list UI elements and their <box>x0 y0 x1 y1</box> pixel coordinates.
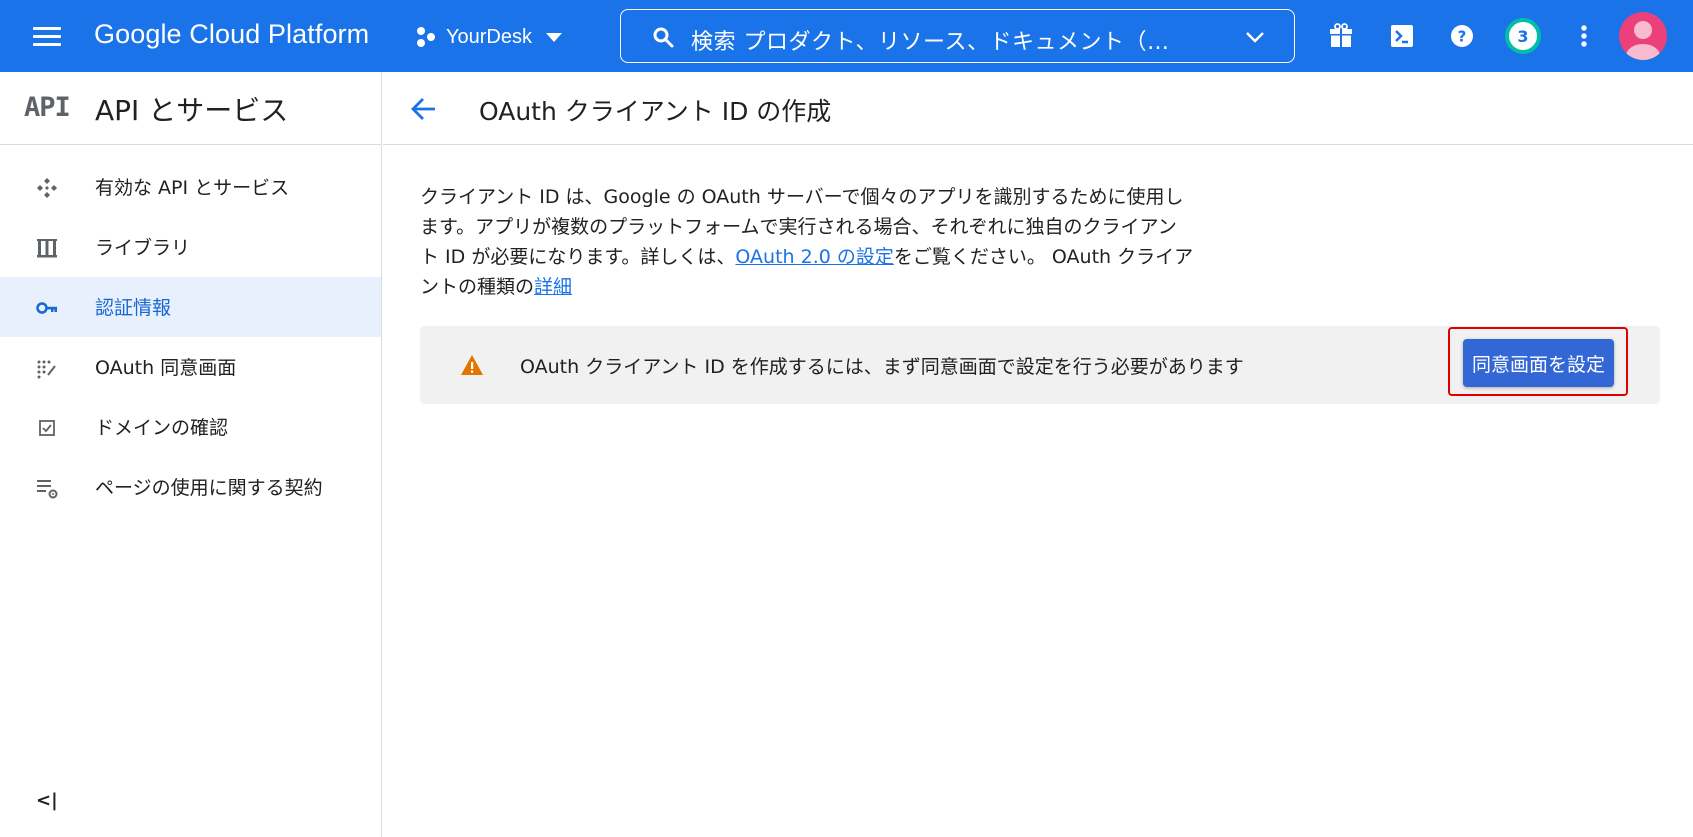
sidebar-header: API API とサービス <box>0 72 382 145</box>
caret-down-icon <box>545 32 562 42</box>
description-text: クライアント ID は、Google の OAuth サーバーで個々のアプリを識… <box>420 182 1195 302</box>
svg-text:?: ? <box>1458 28 1467 46</box>
project-icon <box>417 27 435 47</box>
sidebar-item-label: ドメインの確認 <box>95 417 229 439</box>
collapse-sidebar-icon[interactable]: <| <box>36 790 60 814</box>
sidebar-item-label: OAuth 同意画面 <box>95 357 237 379</box>
help-icon[interactable]: ? <box>1446 20 1478 52</box>
user-icon <box>1626 21 1660 60</box>
avatar[interactable] <box>1619 12 1667 60</box>
notification-badge[interactable]: 3 <box>1505 18 1541 54</box>
sidebar-title: API とサービス <box>95 94 289 127</box>
back-arrow-icon[interactable] <box>409 94 439 124</box>
sidebar-item-label: 有効な API とサービス <box>95 177 290 199</box>
page-header: OAuth クライアント ID の作成 <box>383 72 1693 145</box>
diamond-dots-icon <box>37 178 57 198</box>
sidebar: API API とサービス 有効な API とサービス ライブラリ 認証情報 O… <box>0 72 382 837</box>
sidebar-item-library[interactable]: ライブラリ <box>0 217 381 277</box>
checkbox-icon <box>39 420 55 436</box>
cloud-shell-icon[interactable] <box>1386 20 1418 52</box>
brand-title[interactable]: Google Cloud Platform <box>94 19 369 50</box>
sidebar-item-label: ライブラリ <box>95 237 191 259</box>
sidebar-item-oauth-consent[interactable]: OAuth 同意画面 <box>0 337 381 397</box>
sidebar-item-domain-verification[interactable]: ドメインの確認 <box>0 397 381 457</box>
key-icon <box>36 302 57 314</box>
warning-message: OAuth クライアント ID を作成するには、まず同意画面で設定を行う必要があ… <box>520 356 1244 378</box>
sidebar-item-page-usage-agreements[interactable]: ページの使用に関する契約 <box>0 457 381 517</box>
search-bar[interactable]: 検索 プロダクト、リソース、ドキュメント（… <box>620 9 1295 63</box>
project-selector[interactable]: YourDesk <box>414 20 562 54</box>
library-icon <box>37 239 57 258</box>
gift-icon[interactable] <box>1325 20 1357 52</box>
search-icon <box>653 27 674 48</box>
oauth-settings-link[interactable]: OAuth 2.0 の設定 <box>735 246 893 268</box>
api-logo: API <box>24 92 71 123</box>
settings-list-icon <box>37 480 58 499</box>
top-app-bar: Google Cloud Platform YourDesk 検索 プロダクト、… <box>0 0 1693 72</box>
project-name: YourDesk <box>446 25 532 48</box>
sidebar-item-enabled-apis[interactable]: 有効な API とサービス <box>0 157 381 217</box>
warning-icon <box>461 355 483 375</box>
details-link[interactable]: 詳細 <box>534 276 572 298</box>
search-input[interactable]: 検索 プロダクト、リソース、ドキュメント（… <box>691 24 1169 56</box>
consent-dots-icon <box>37 360 56 379</box>
chevron-down-icon[interactable] <box>1244 27 1266 47</box>
sidebar-item-label: 認証情報 <box>95 297 172 319</box>
more-vert-icon[interactable] <box>1568 20 1600 52</box>
sidebar-item-label: ページの使用に関する契約 <box>95 477 323 499</box>
sidebar-item-credentials[interactable]: 認証情報 <box>0 277 381 337</box>
menu-icon[interactable] <box>26 20 68 52</box>
page-title: OAuth クライアント ID の作成 <box>479 97 832 126</box>
configure-consent-screen-button[interactable]: 同意画面を設定 <box>1463 339 1614 387</box>
